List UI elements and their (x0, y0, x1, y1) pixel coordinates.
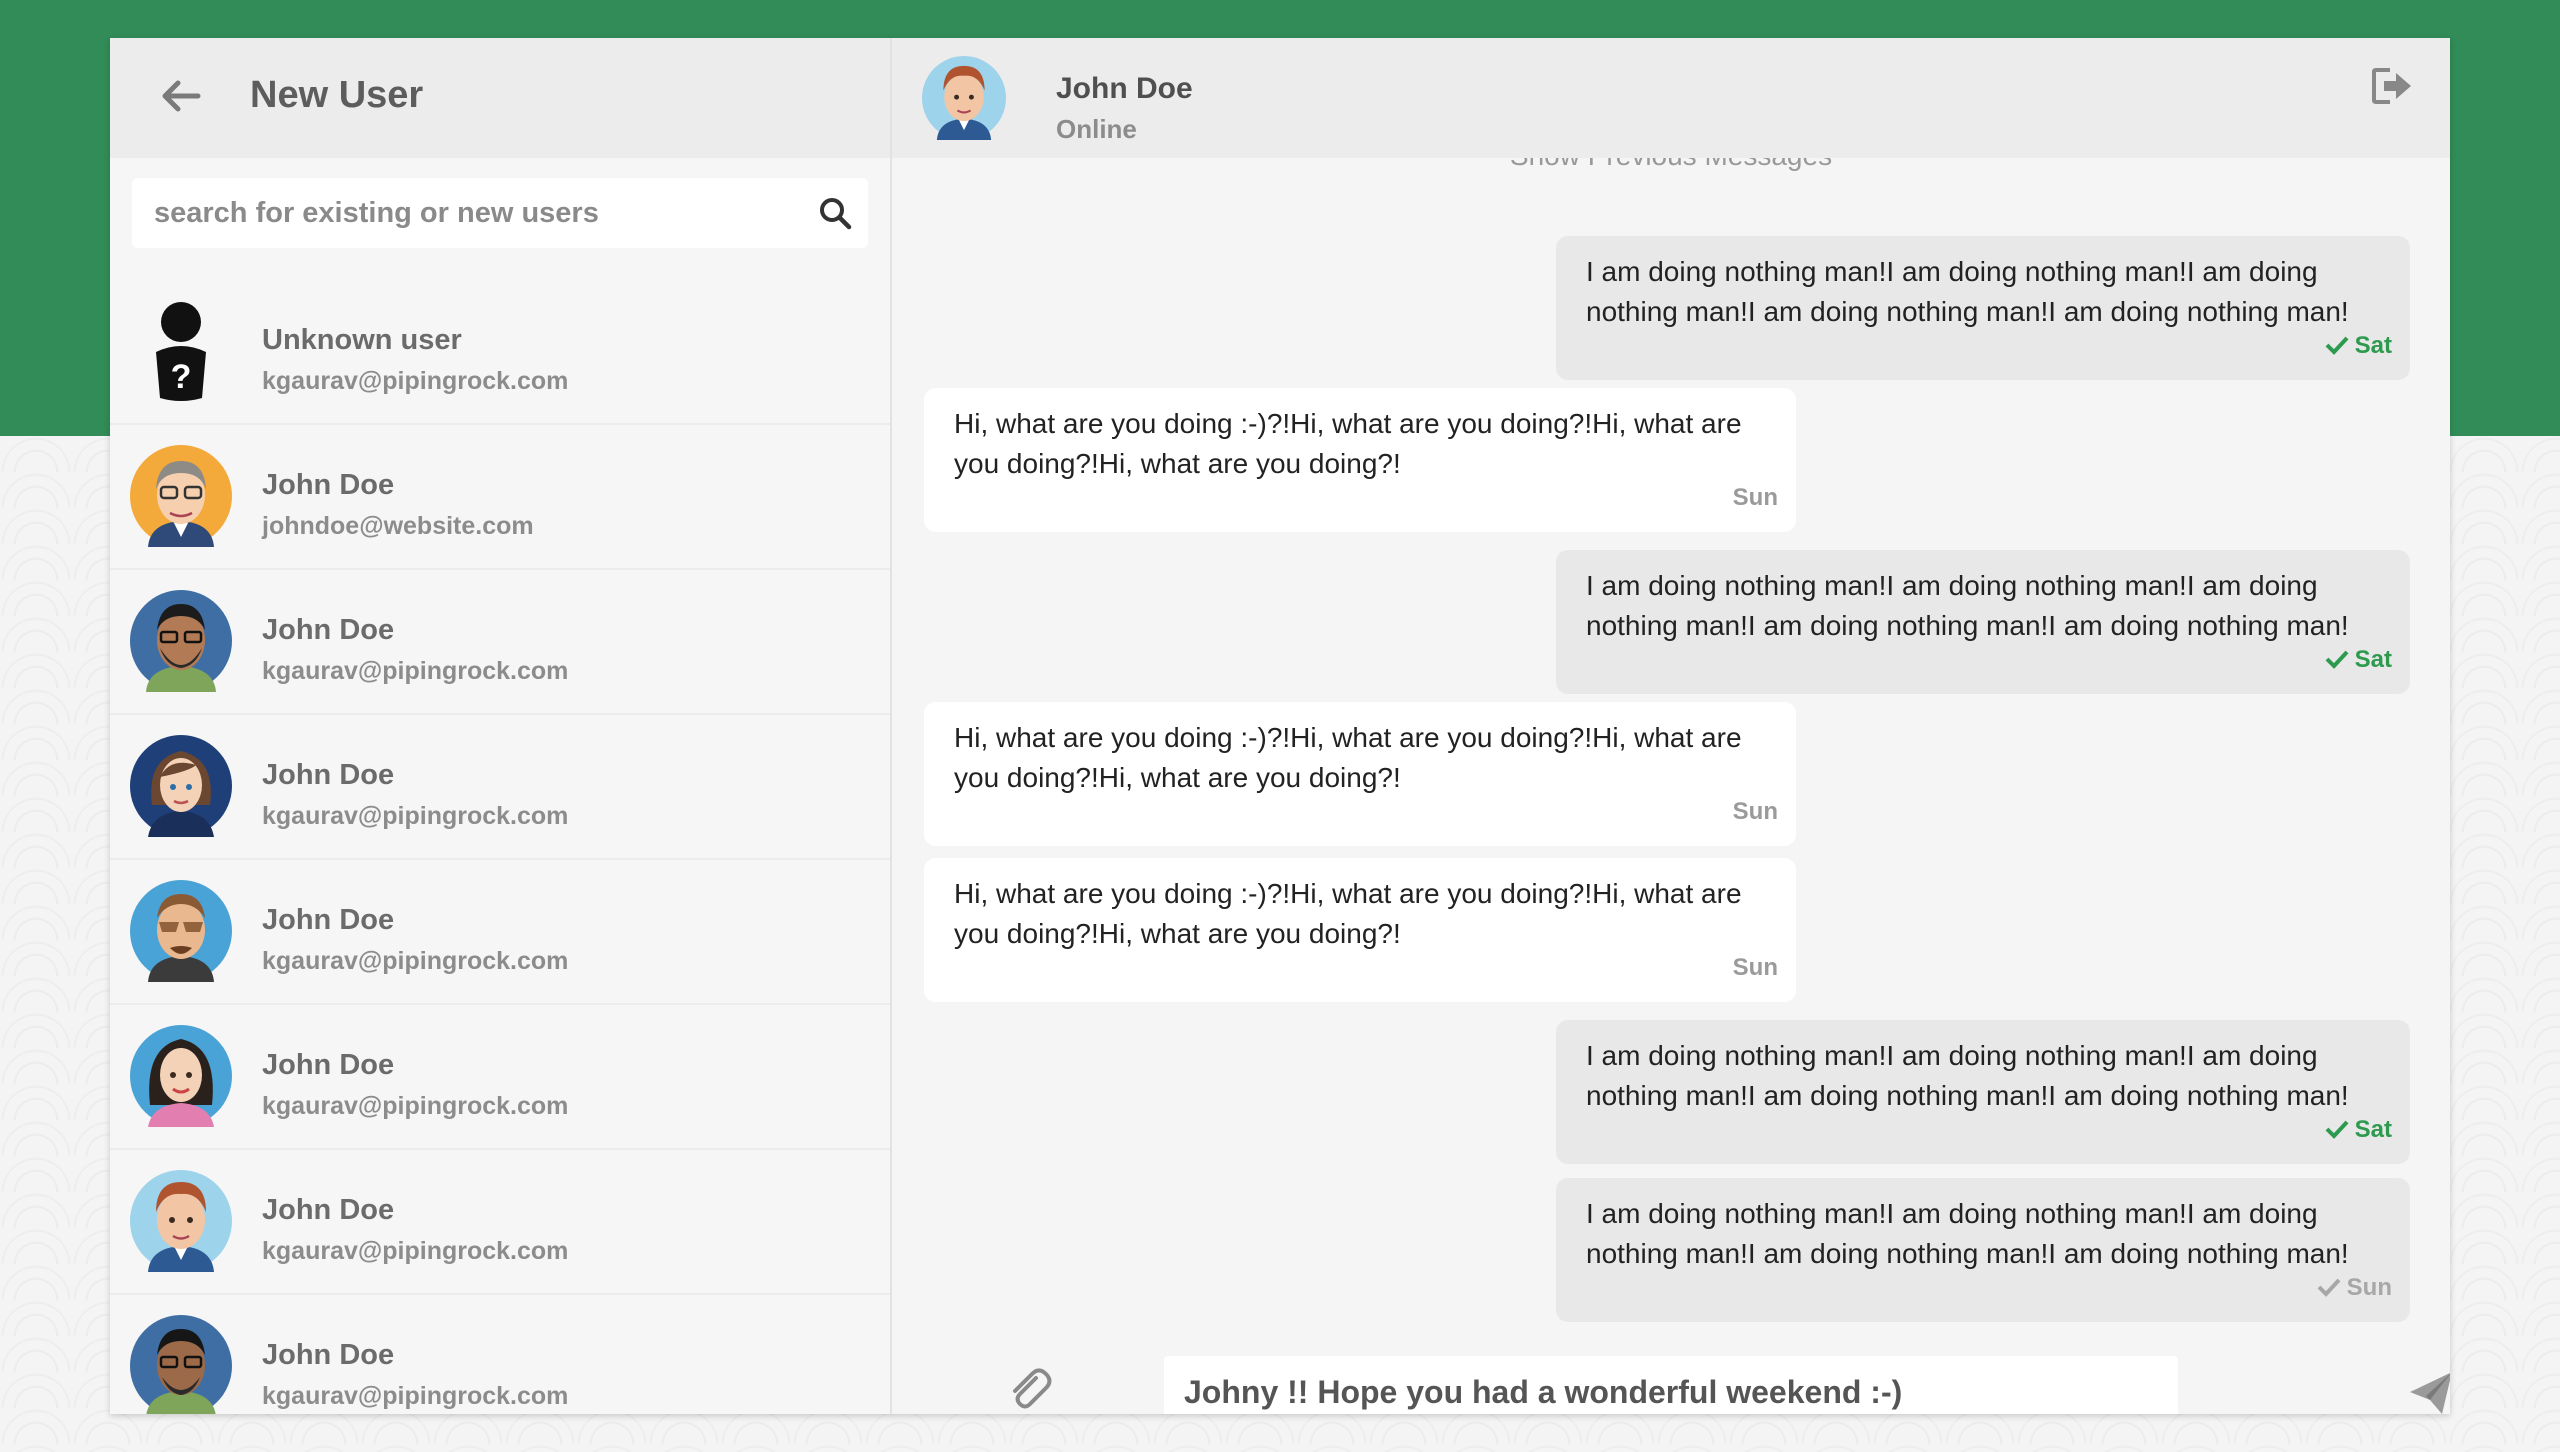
user-email: kgaurav@pipingrock.com (262, 1382, 569, 1410)
message-text: I am doing nothing man!I am doing nothin… (1586, 256, 2349, 327)
contact-status: Online (1056, 114, 1137, 144)
message-composer (892, 1328, 2450, 1414)
search-box (132, 178, 868, 248)
contact-name: John Doe (1056, 72, 1193, 105)
user-name: John Doe (262, 614, 395, 646)
user-name: John Doe (262, 1339, 395, 1371)
user-name: John Doe (262, 1049, 395, 1081)
avatar-blue-sunglasses-icon (130, 880, 232, 982)
user-email: kgaurav@pipingrock.com (262, 947, 569, 975)
user-email: kgaurav@pipingrock.com (262, 367, 569, 395)
message-time: Sat (2325, 640, 2392, 680)
message-text: I am doing nothing man!I am doing nothin… (1586, 1040, 2349, 1111)
message-time: Sat (2325, 326, 2392, 366)
back-arrow-icon[interactable] (154, 70, 206, 122)
message-list: Show Previous Messages I am doing nothin… (892, 158, 2450, 1328)
check-icon (2325, 650, 2349, 669)
chat-header: John Doe Online (892, 38, 2450, 158)
user-email: kgaurav@pipingrock.com (262, 1237, 569, 1265)
contact-avatar[interactable] (922, 56, 1006, 140)
message-outgoing: I am doing nothing man!I am doing nothin… (1556, 236, 2410, 380)
paperclip-icon[interactable] (1006, 1364, 1052, 1412)
unknown-user-icon: ? (156, 302, 206, 401)
check-icon (2325, 1120, 2349, 1139)
user-list-item[interactable]: John Doe kgaurav@pipingrock.com (110, 1150, 890, 1295)
message-time-label: Sun (2346, 1274, 2392, 1301)
message-time-label: Sat (2354, 646, 2392, 673)
message-time: Sun (2317, 1268, 2392, 1308)
user-list-item[interactable]: John Doe kgaurav@pipingrock.com (110, 860, 890, 1005)
svg-text:?: ? (171, 358, 192, 396)
sidebar-title: New User (250, 74, 424, 116)
message-time: Sun (1732, 954, 1778, 981)
message-incoming: Hi, what are you doing :-)?!Hi, what are… (924, 858, 1796, 1002)
user-list-item[interactable]: John Doe kgaurav@pipingrock.com (110, 715, 890, 860)
user-name: John Doe (262, 759, 395, 791)
user-email: kgaurav@pipingrock.com (262, 657, 569, 685)
check-icon (2325, 336, 2349, 355)
avatar-lightblue-man-icon (130, 1170, 232, 1272)
user-sidebar: New User ? Unknown user kgaurav@pipingro… (110, 38, 892, 1414)
message-input[interactable] (1164, 1356, 2178, 1414)
user-email: kgaurav@pipingrock.com (262, 1092, 569, 1120)
message-text: I am doing nothing man!I am doing nothin… (1586, 570, 2349, 641)
chat-panel: John Doe Online Show Previous Messages I… (892, 38, 2450, 1414)
search-input[interactable] (132, 178, 794, 248)
user-name: John Doe (262, 1194, 395, 1226)
message-time: Sun (1732, 484, 1778, 511)
user-name: John Doe (262, 904, 395, 936)
message-outgoing: I am doing nothing man!I am doing nothin… (1556, 550, 2410, 694)
message-time-label: Sat (2354, 332, 2392, 359)
message-text: Hi, what are you doing :-)?!Hi, what are… (954, 878, 1742, 949)
message-incoming: Hi, what are you doing :-)?!Hi, what are… (924, 388, 1796, 532)
message-outgoing: I am doing nothing man!I am doing nothin… (1556, 1178, 2410, 1322)
message-outgoing: I am doing nothing man!I am doing nothin… (1556, 1020, 2410, 1164)
message-text: Hi, what are you doing :-)?!Hi, what are… (954, 408, 1742, 479)
message-time: Sat (2325, 1110, 2392, 1150)
user-list-item[interactable]: John Doe kgaurav@pipingrock.com (110, 1295, 890, 1414)
user-name: John Doe (262, 469, 395, 501)
message-text: I am doing nothing man!I am doing nothin… (1586, 1198, 2349, 1269)
avatar-orange-glasses-icon (130, 445, 232, 547)
avatar-navy-woman-icon (130, 735, 232, 837)
search-icon[interactable] (818, 196, 852, 230)
send-icon[interactable] (2408, 1370, 2450, 1414)
user-list-item[interactable]: John Doe kgaurav@pipingrock.com (110, 1005, 890, 1150)
logout-icon[interactable] (2368, 62, 2416, 110)
chat-app-window: New User ? Unknown user kgaurav@pipingro… (110, 38, 2450, 1414)
show-previous-messages-link[interactable]: Show Previous Messages (892, 158, 2450, 172)
user-list: ? Unknown user kgaurav@pipingrock.com Jo… (110, 280, 890, 1414)
check-icon (2317, 1278, 2341, 1297)
user-name: Unknown user (262, 324, 462, 356)
user-email: kgaurav@pipingrock.com (262, 802, 569, 830)
user-list-item[interactable]: John Doe kgaurav@pipingrock.com (110, 570, 890, 715)
avatar-blue-glasses-icon (130, 1315, 232, 1414)
message-time: Sun (1732, 798, 1778, 825)
user-email: johndoe@website.com (262, 512, 534, 540)
sidebar-header: New User (110, 38, 890, 158)
message-text: Hi, what are you doing :-)?!Hi, what are… (954, 722, 1742, 793)
user-list-item[interactable]: ? Unknown user kgaurav@pipingrock.com (110, 280, 890, 425)
message-time-label: Sat (2354, 1116, 2392, 1143)
message-incoming: Hi, what are you doing :-)?!Hi, what are… (924, 702, 1796, 846)
user-list-item[interactable]: John Doe johndoe@website.com (110, 425, 890, 570)
avatar-blue-woman-icon (130, 1025, 232, 1127)
avatar-blue-beard-glasses-icon (130, 590, 232, 692)
